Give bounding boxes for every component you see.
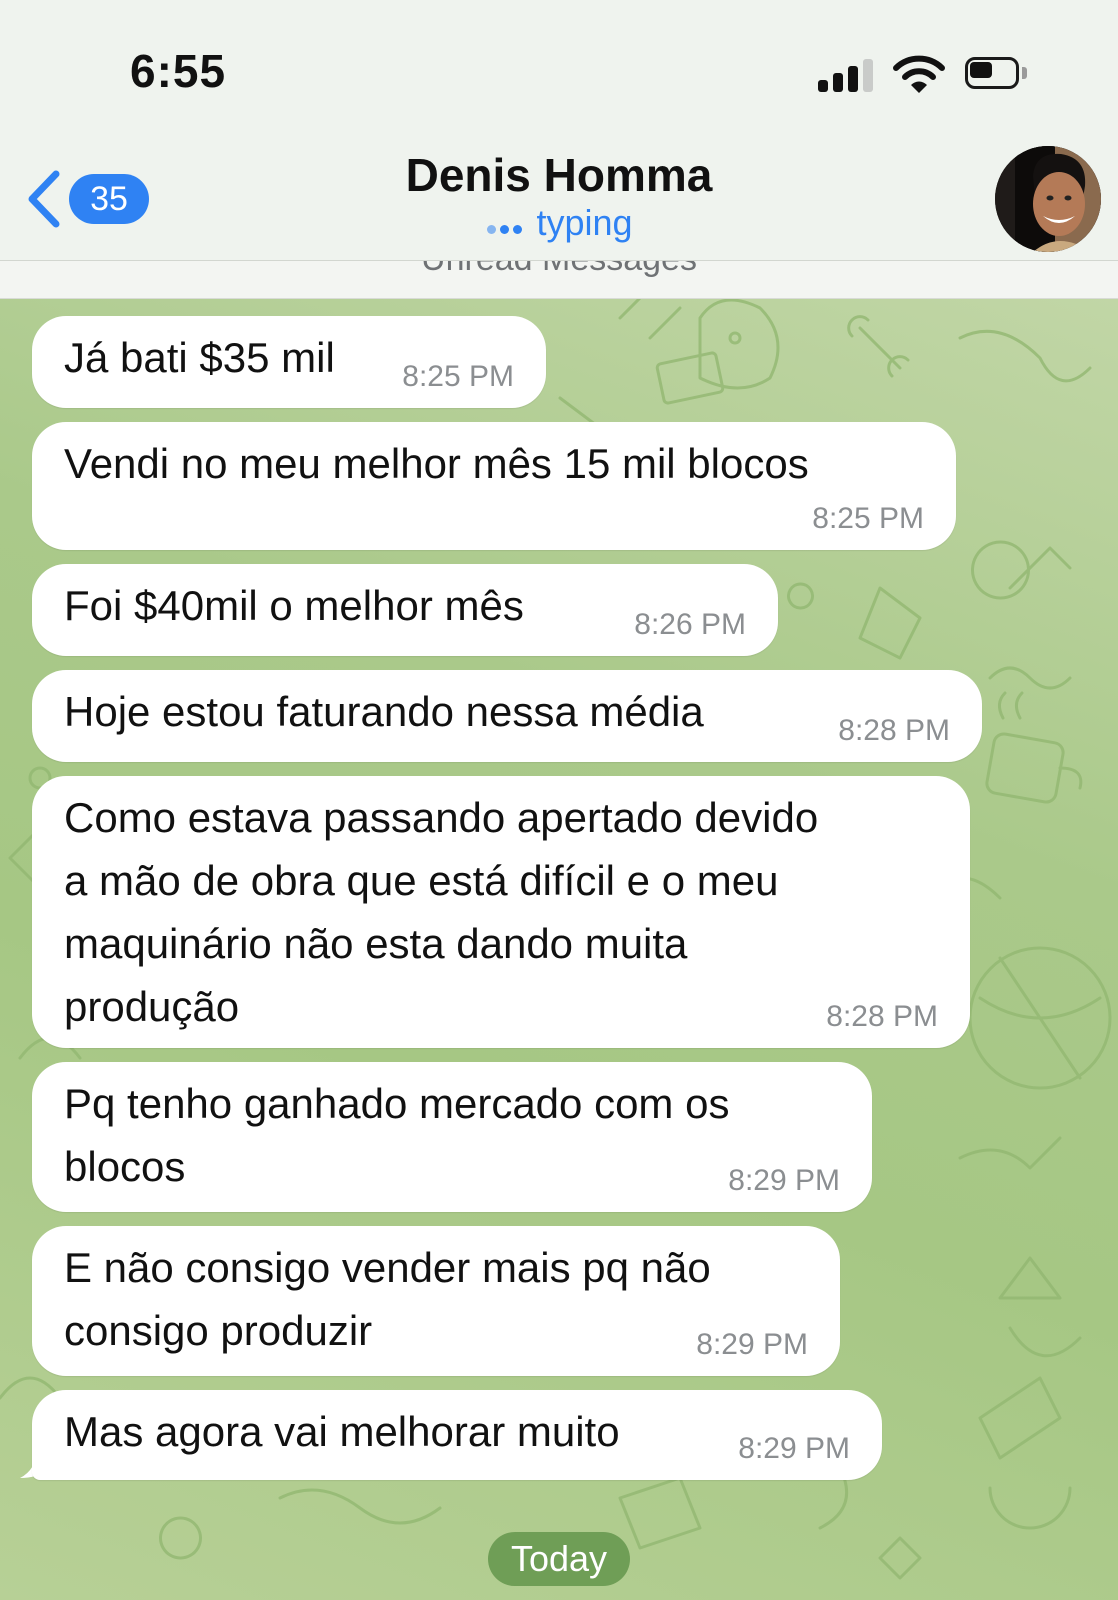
message-bubble[interactable]: Já bati $35 mil 8:25 PM (32, 316, 546, 408)
message-timestamp: 8:25 PM (812, 502, 924, 535)
status-time: 6:55 (130, 45, 227, 97)
typing-dots-icon (485, 201, 524, 243)
message-timestamp: 8:28 PM (826, 1000, 938, 1033)
message-text-line: maquinário não esta dando muita (64, 920, 688, 967)
message-text-line: a mão de obra que está difícil e o meu (64, 857, 779, 904)
status-bar: 6:55 (0, 0, 1118, 130)
message-text-line: Como estava passando apertado devido (64, 794, 819, 841)
chat-screen: 6:55 35 Denis Homma typing Já bati $35 m… (0, 0, 1118, 1600)
chevron-left-icon (28, 170, 60, 228)
message-bubble[interactable]: Pq tenho ganhado mercado com os blocos 8… (32, 1062, 872, 1212)
message-list[interactable]: Já bati $35 mil 8:25 PM Vendi no meu mel… (0, 298, 1118, 1600)
wifi-icon (893, 55, 945, 93)
avatar-photo (995, 146, 1101, 252)
cellular-signal-icon (818, 58, 874, 92)
unread-count-badge: 35 (69, 174, 149, 224)
message-bubble[interactable]: Vendi no meu melhor mês 15 mil blocos 8:… (32, 422, 956, 550)
message-bubble[interactable]: Mas agora vai melhorar muito 8:29 PM (32, 1390, 882, 1480)
message-text-line: produção (64, 983, 240, 1030)
contact-name[interactable]: Denis Homma (309, 148, 809, 202)
unread-messages-divider: Unread Messages (0, 260, 1118, 299)
message-timestamp: 8:26 PM (634, 608, 746, 641)
unread-messages-label: Unread Messages (0, 260, 1118, 279)
message-bubble[interactable]: Como estava passando apertado devido a m… (32, 776, 970, 1048)
message-bubble[interactable]: E não consigo vender mais pq não consigo… (32, 1226, 840, 1376)
message-timestamp: 8:28 PM (838, 714, 950, 747)
message-timestamp: 8:29 PM (728, 1164, 840, 1197)
message-text-line: E não consigo vender mais pq não (64, 1244, 711, 1291)
message-timestamp: 8:29 PM (696, 1328, 808, 1361)
message-bubble[interactable]: Foi $40mil o melhor mês 8:26 PM (32, 564, 778, 656)
message-text: Hoje estou faturando nessa média (64, 688, 704, 735)
avatar[interactable] (995, 146, 1101, 252)
message-text-line: blocos (64, 1143, 186, 1190)
typing-label: typing (536, 202, 633, 243)
message-timestamp: 8:29 PM (738, 1432, 850, 1465)
back-button[interactable]: 35 (16, 166, 156, 232)
typing-status: typing (409, 202, 709, 246)
message-text: Mas agora vai melhorar muito (64, 1408, 620, 1455)
chat-header: 35 Denis Homma typing (0, 130, 1118, 261)
message-text: Vendi no meu melhor mês 15 mil blocos (64, 440, 809, 487)
message-timestamp: 8:25 PM (402, 360, 514, 393)
message-text-line: Pq tenho ganhado mercado com os (64, 1080, 730, 1127)
battery-icon (965, 57, 1027, 89)
message-bubble[interactable]: Hoje estou faturando nessa média 8:28 PM (32, 670, 982, 762)
date-separator: Today (488, 1532, 630, 1586)
